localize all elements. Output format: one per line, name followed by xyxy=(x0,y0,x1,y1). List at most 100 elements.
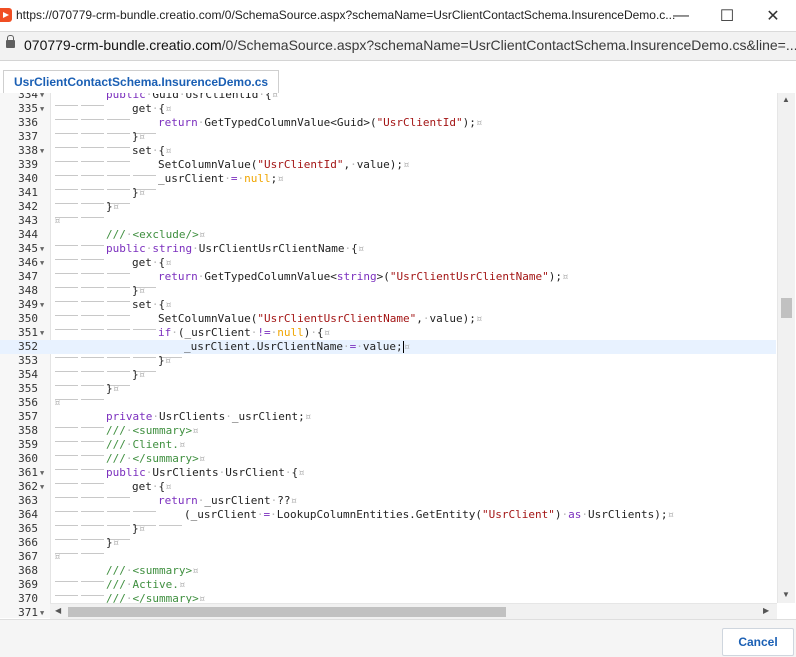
line-number: 343 xyxy=(18,214,38,227)
code-line[interactable]: 368 ///·<summary>¤ xyxy=(0,564,776,582)
code-line[interactable]: 358 ///·<summary>¤ xyxy=(0,424,776,442)
code-line[interactable]: 354}¤ xyxy=(0,368,776,386)
line-number: 369 xyxy=(18,578,38,591)
url-host: 070779-crm-bundle.creatio.com xyxy=(24,37,222,53)
vertical-scrollbar[interactable]: ▲ ▼ xyxy=(777,93,795,603)
fold-toggle-icon[interactable]: ▼ xyxy=(40,466,44,480)
code-line[interactable]: 351 ▼ if·(_usrClient·!=·null)·{¤ xyxy=(0,326,776,344)
code-line[interactable]: 348}¤ xyxy=(0,284,776,302)
code-line[interactable]: 366}¤ xyxy=(0,536,776,554)
vertical-scroll-thumb[interactable] xyxy=(781,298,792,318)
minimize-button[interactable]: — xyxy=(658,0,704,31)
code-line[interactable]: 365}¤ xyxy=(0,522,776,540)
scroll-right-arrow-icon[interactable]: ▶ xyxy=(763,606,769,615)
line-number: 358 xyxy=(18,424,38,437)
line-number: 345 xyxy=(18,242,38,255)
scroll-up-arrow-icon[interactable]: ▲ xyxy=(782,95,790,104)
fold-toggle-icon[interactable]: ▼ xyxy=(40,480,44,494)
code-text: public·UsrClients·UsrClient·{¤ xyxy=(55,466,305,484)
code-text: _usrClient·=·null;¤ xyxy=(55,172,284,190)
horizontal-scroll-thumb[interactable] xyxy=(68,607,506,617)
code-line[interactable]: 344 ///·<exclude/>¤ xyxy=(0,228,776,246)
code-text: ¤ xyxy=(54,550,61,563)
window-titlebar: https://070779-crm-bundle.creatio.com/0/… xyxy=(0,0,796,32)
code-editor[interactable]: 334 ▼ public·Guid·UsrClientId·{¤ 335 ▼ get·{¤… xyxy=(0,93,796,618)
code-line[interactable]: 356 ¤ xyxy=(0,396,776,410)
scroll-down-arrow-icon[interactable]: ▼ xyxy=(782,590,790,599)
code-line[interactable]: 364 (_usrClient·=·LookupColumnEntities.Ge… xyxy=(0,508,776,526)
line-number: 359 xyxy=(18,438,38,451)
code-line[interactable]: 338 ▼ set·{¤ xyxy=(0,144,776,162)
code-line[interactable]: 336 return·GetTypedColumnValue<Guid>("Usr… xyxy=(0,116,776,134)
code-line[interactable]: 352 _usrClient.UsrClientName·=·value;¤ xyxy=(0,340,776,358)
code-text: get·{¤ xyxy=(55,102,172,120)
code-line[interactable]: 353}¤ xyxy=(0,354,776,372)
code-text: }¤ xyxy=(55,200,120,218)
fold-toggle-icon[interactable]: ▼ xyxy=(40,326,44,340)
code-line[interactable]: 347 return·GetTypedColumnValue<string>("U… xyxy=(0,270,776,288)
code-text: ¤ xyxy=(54,214,61,227)
code-text: }¤ xyxy=(55,536,120,554)
code-text: SetColumnValue("UsrClientUsrClientName",… xyxy=(55,312,483,330)
code-text: ///·<summary>¤ xyxy=(55,564,199,582)
code-line[interactable]: 362 ▼ get·{¤ xyxy=(0,480,776,498)
line-number: 352 xyxy=(18,340,38,353)
code-line[interactable]: 335 ▼ get·{¤ xyxy=(0,102,776,120)
address-bar[interactable]: 070779-crm-bundle.creatio.com/0/SchemaSo… xyxy=(0,32,796,61)
code-line[interactable]: 334 ▼ public·Guid·UsrClientId·{¤ xyxy=(0,93,776,106)
line-number: 348 xyxy=(18,284,38,297)
code-line[interactable]: 349 ▼ set·{¤ xyxy=(0,298,776,316)
code-line[interactable]: 342}¤ xyxy=(0,200,776,218)
line-number: 362 xyxy=(18,480,38,493)
code-line[interactable]: 341}¤ xyxy=(0,186,776,204)
code-line[interactable]: 346 ▼ get·{¤ xyxy=(0,256,776,274)
line-number: 355 xyxy=(18,382,38,395)
code-line[interactable]: 360 ///·</summary>¤ xyxy=(0,452,776,470)
code-line[interactable]: 340 _usrClient·=·null;¤ xyxy=(0,172,776,190)
code-line[interactable]: 355}¤ xyxy=(0,382,776,400)
code-line[interactable]: 369 ///·Active.¤ xyxy=(0,578,776,596)
close-button[interactable]: ✕ xyxy=(750,0,796,31)
code-text: return·GetTypedColumnValue<string>("UsrC… xyxy=(55,270,569,288)
code-lines: 334 ▼ public·Guid·UsrClientId·{¤ 335 ▼ get·{¤… xyxy=(0,93,776,618)
code-text: SetColumnValue("UsrClientId",·value);¤ xyxy=(55,158,410,176)
fold-toggle-icon[interactable]: ▼ xyxy=(40,298,44,312)
tab-schema-file[interactable]: UsrClientContactSchema.InsurenceDemo.cs xyxy=(3,70,280,94)
scroll-left-arrow-icon[interactable]: ◀ xyxy=(55,606,61,615)
line-number: 368 xyxy=(18,564,38,577)
url-text[interactable]: 070779-crm-bundle.creatio.com/0/SchemaSo… xyxy=(24,37,796,53)
tab-strip: UsrClientContactSchema.InsurenceDemo.cs xyxy=(0,61,796,94)
code-line[interactable]: 367 ¤ xyxy=(0,550,776,564)
horizontal-scrollbar[interactable]: ◀ ▶ xyxy=(50,603,777,619)
fold-toggle-icon[interactable]: ▼ xyxy=(40,256,44,270)
cancel-button[interactable]: Cancel xyxy=(722,628,794,656)
code-line[interactable]: 343 ¤ xyxy=(0,214,776,228)
code-line[interactable]: 337}¤ xyxy=(0,130,776,148)
maximize-button[interactable]: ☐ xyxy=(704,0,750,31)
code-line[interactable]: 359 ///·Client.¤ xyxy=(0,438,776,456)
code-line[interactable]: 361 ▼ public·UsrClients·UsrClient·{¤ xyxy=(0,466,776,484)
code-text: ///·Client.¤ xyxy=(55,438,186,456)
fold-toggle-icon[interactable]: ▼ xyxy=(40,144,44,158)
fold-toggle-icon[interactable]: ▼ xyxy=(40,242,44,256)
fold-toggle-icon[interactable]: ▼ xyxy=(40,102,44,116)
line-number: 340 xyxy=(18,172,38,185)
line-number: 350 xyxy=(18,312,38,325)
code-line[interactable]: 350 SetColumnValue("UsrClientUsrClientNam… xyxy=(0,312,776,330)
line-number: 353 xyxy=(18,354,38,367)
line-number: 351 xyxy=(18,326,38,339)
code-line[interactable]: 357 private·UsrClients·_usrClient;¤ xyxy=(0,410,776,428)
line-number: 365 xyxy=(18,522,38,535)
code-text: (_usrClient·=·LookupColumnEntities.GetEn… xyxy=(55,508,675,526)
line-number: 360 xyxy=(18,452,38,465)
line-number: 363 xyxy=(18,494,38,507)
code-line[interactable]: 363 return·_usrClient·??¤ xyxy=(0,494,776,512)
code-text: _usrClient.UsrClientName·=·value;¤ xyxy=(55,340,411,358)
line-number: 357 xyxy=(18,410,38,423)
fold-toggle-icon[interactable]: ▼ xyxy=(40,606,44,618)
code-line[interactable]: 339 SetColumnValue("UsrClientId",·value);… xyxy=(0,158,776,176)
code-line[interactable]: 345 ▼ public·string·UsrClientUsrClientName… xyxy=(0,242,776,260)
fold-toggle-icon[interactable]: ▼ xyxy=(40,93,44,102)
code-text: if·(_usrClient·!=·null)·{¤ xyxy=(55,326,331,344)
code-text: public·string·UsrClientUsrClientName·{¤ xyxy=(55,242,365,260)
